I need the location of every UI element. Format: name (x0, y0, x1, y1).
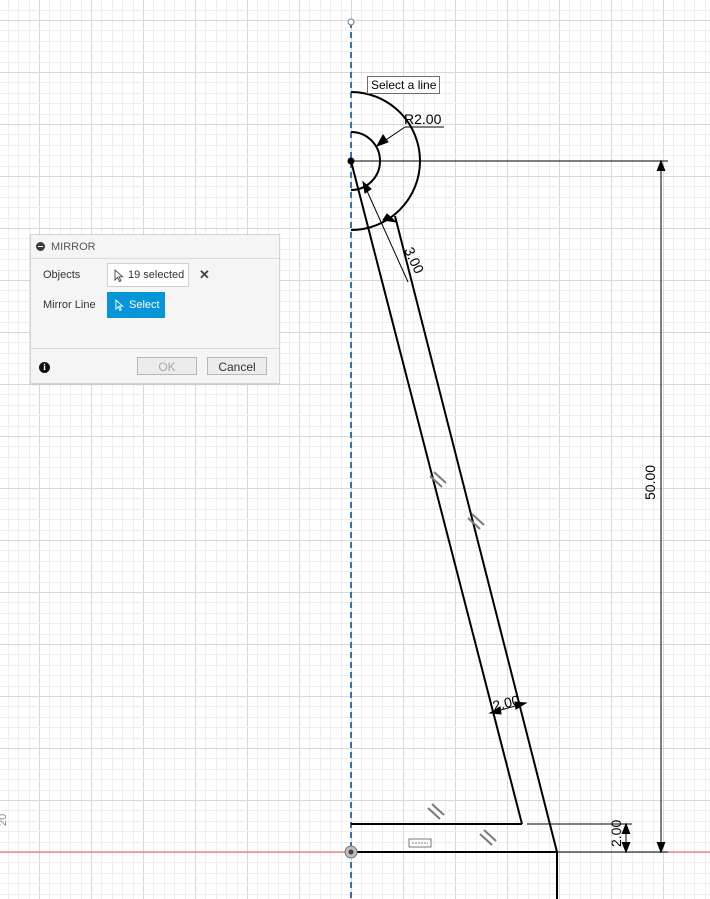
mirror-dialog-footer: i OK Cancel (31, 348, 279, 384)
dimension-radius[interactable] (375, 126, 444, 147)
mirror-dialog: MIRROR Objects 19 selected ✕ Mirror Line… (30, 234, 280, 384)
mirror-line-label: Mirror Line (43, 299, 96, 311)
objects-row: Objects 19 selected ✕ (43, 263, 210, 287)
sketch-canvas[interactable]: 50.00 2.00 R2.00 3.00 2.00 (0, 0, 710, 899)
axis-endpoint (347, 18, 355, 26)
dimension-2-width-label: 2.00 (491, 692, 522, 714)
cursor-arrow-icon (114, 268, 124, 282)
inner-diagonal-line[interactable] (350, 160, 523, 825)
mirror-dialog-header[interactable]: MIRROR (31, 235, 279, 259)
sketch-profile[interactable] (350, 91, 558, 899)
mirror-line-row: Mirror Line Select (43, 292, 165, 318)
mirror-dialog-title: MIRROR (51, 240, 96, 253)
cancel-button[interactable]: Cancel (207, 357, 267, 375)
clear-selection-icon[interactable]: ✕ (199, 267, 210, 283)
info-icon[interactable]: i (39, 362, 50, 373)
collapse-icon[interactable] (36, 242, 45, 251)
dimension-50-label: 50.00 (642, 465, 658, 500)
cursor-arrow-icon (115, 299, 124, 311)
sketch-grid (0, 0, 710, 899)
dimension-radius-label: R2.00 (404, 111, 442, 127)
objects-selected-count: 19 selected (128, 269, 185, 281)
select-line-tooltip: Select a line (367, 76, 441, 94)
axis-tick-label: 20 (0, 813, 9, 826)
ok-button[interactable]: OK (137, 357, 197, 375)
dimension-2-base-label: 2.00 (608, 820, 624, 847)
origin-point-core (348, 849, 354, 855)
mirror-line-select-label: Select (129, 299, 160, 311)
objects-selection-button[interactable]: 19 selected (107, 263, 189, 287)
mirror-line-select-button[interactable]: Select (107, 292, 165, 318)
objects-label: Objects (43, 269, 81, 281)
parallel-constraint-icon[interactable] (427, 803, 445, 820)
horizontal-constraint-icon[interactable] (408, 838, 432, 848)
